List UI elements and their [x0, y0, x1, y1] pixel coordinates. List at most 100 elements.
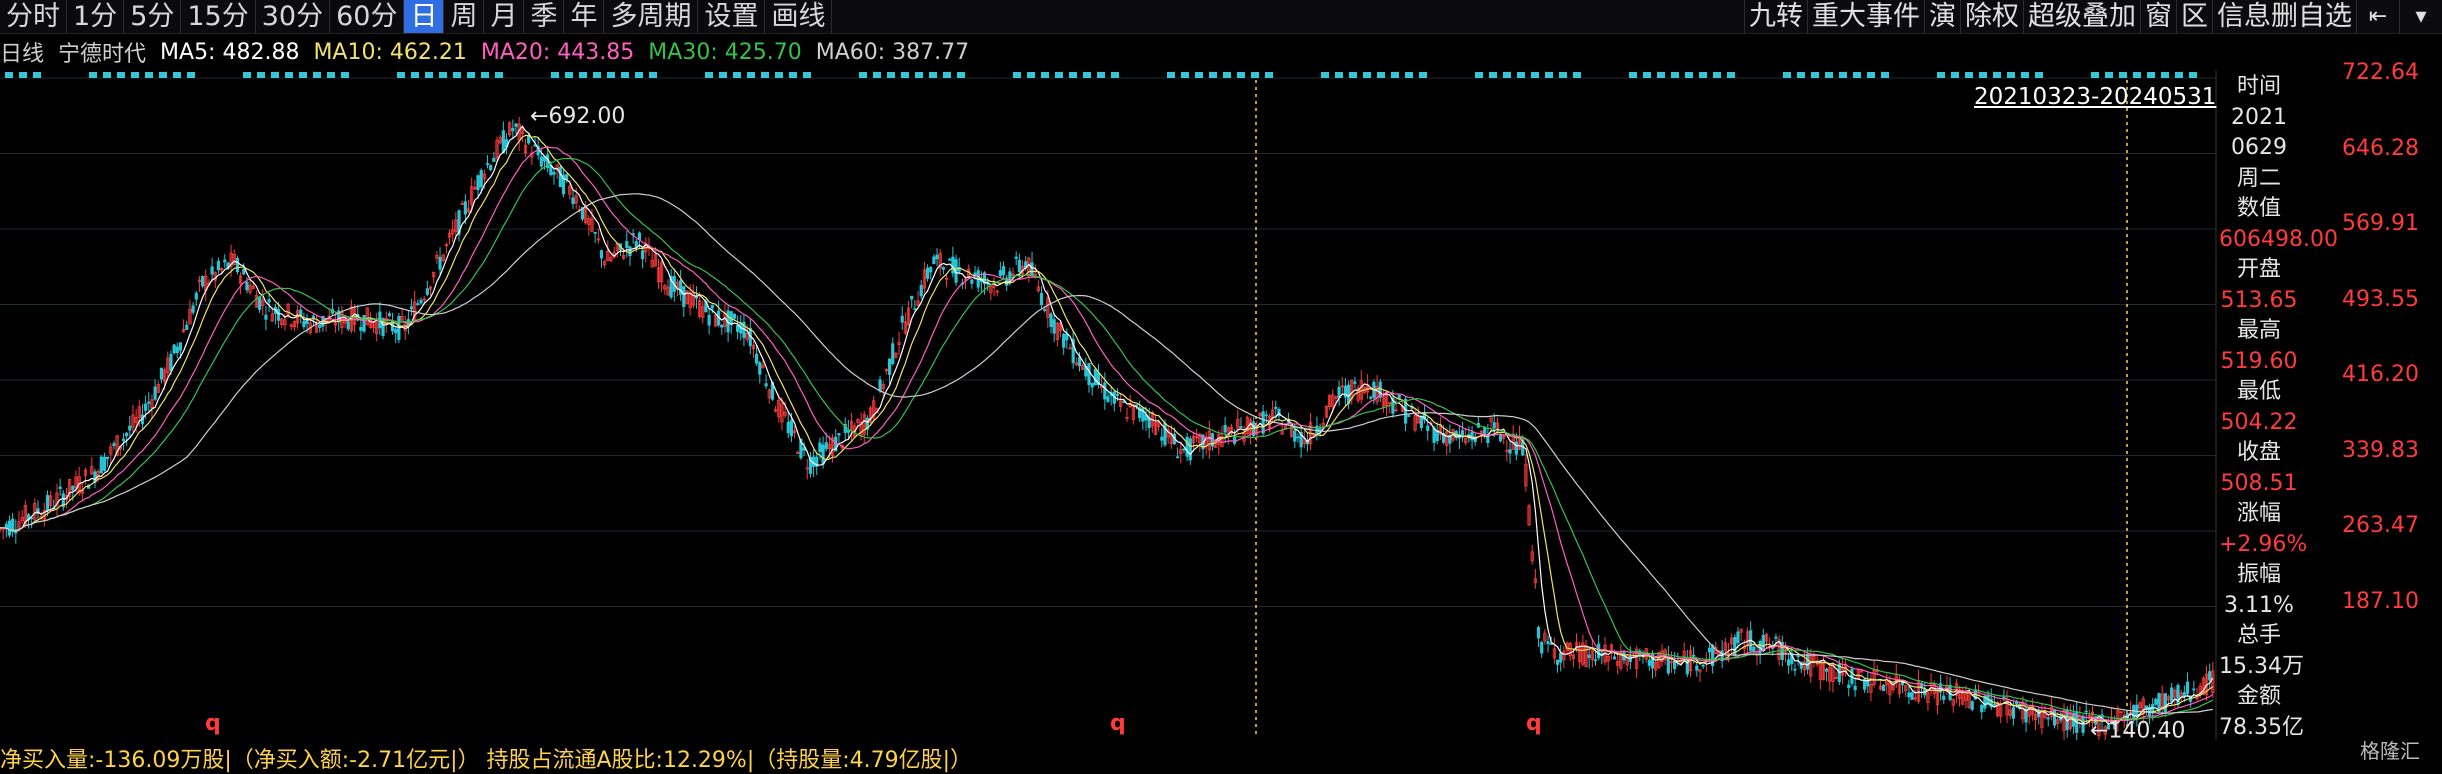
- candle-body: [1787, 659, 1791, 666]
- candle-body: [201, 276, 205, 287]
- candlestick-chart[interactable]: ←692.00 ←140.40 q q q: [0, 70, 2442, 740]
- candle-body: [2084, 710, 2088, 713]
- toolbar-tool-2[interactable]: 演: [1924, 0, 1960, 33]
- ma30-value: MA30: 425.70: [648, 39, 802, 65]
- period-tab-2[interactable]: 5分: [124, 0, 182, 33]
- candle-body: [1223, 425, 1227, 433]
- period-tab-4[interactable]: 30分: [256, 0, 331, 33]
- candle-body: [479, 170, 483, 188]
- stock-name[interactable]: 宁德时代: [58, 36, 146, 68]
- candle-body: [1774, 636, 1778, 639]
- ma60-line: [0, 193, 2213, 714]
- candle-body: [1692, 654, 1696, 657]
- event-marker: [1937, 72, 1945, 78]
- q-marker: q: [1526, 711, 1542, 736]
- candle-body: [318, 324, 322, 328]
- amount-label: 金额: [2236, 684, 2281, 709]
- candle-body: [2154, 698, 2158, 705]
- candle-body: [552, 171, 556, 175]
- toolbar-tool-1[interactable]: 重大事件: [1807, 0, 1924, 33]
- candle-body: [159, 367, 164, 380]
- toolbar-tool-7[interactable]: 信息删自选: [2212, 0, 2356, 33]
- candle-body: [786, 421, 790, 434]
- event-marker: [2175, 72, 2183, 78]
- event-marker: [929, 72, 937, 78]
- candle-body: [878, 379, 882, 392]
- date-range-label[interactable]: 20210323-20240531: [1974, 84, 2216, 110]
- event-marker: [1027, 72, 1035, 78]
- event-marker: [33, 72, 41, 78]
- period-tab-10[interactable]: 年: [564, 0, 605, 33]
- candle-body: [1980, 704, 1984, 713]
- close-label: 收盘: [2236, 440, 2281, 465]
- chevron-down-icon[interactable]: ▾: [2399, 0, 2442, 33]
- candle-body: [302, 321, 306, 328]
- event-marker: [467, 72, 475, 78]
- info-weekday: 周二: [2236, 165, 2281, 191]
- period-tab-13[interactable]: 画线: [765, 0, 833, 33]
- candle-body: [1163, 422, 1167, 446]
- event-marker: [327, 72, 335, 78]
- event-marker: [635, 72, 643, 78]
- period-tab-11[interactable]: 多周期: [604, 0, 699, 33]
- candle-body: [223, 259, 227, 263]
- collapse-left-icon[interactable]: ⇤: [2356, 0, 2399, 33]
- toolbar-tool-6[interactable]: 区: [2176, 0, 2212, 33]
- candle-body: [1115, 394, 1120, 396]
- event-marker: [551, 72, 559, 78]
- event-marker: [439, 72, 447, 78]
- event-marker: [1797, 72, 1805, 78]
- candle-body: [419, 299, 423, 304]
- period-tab-0[interactable]: 分时: [0, 0, 67, 33]
- candle-body: [175, 346, 179, 354]
- candle-body: [2157, 693, 2161, 712]
- event-marker: [2119, 72, 2127, 78]
- toolbar-tool-5[interactable]: 窗: [2140, 0, 2176, 33]
- period-tab-6[interactable]: 日: [404, 0, 445, 33]
- event-marker: [593, 72, 601, 78]
- candle-body: [172, 344, 176, 354]
- candle-body: [1346, 384, 1351, 404]
- candle-body: [710, 305, 714, 309]
- period-tab-3[interactable]: 15分: [181, 0, 256, 33]
- period-tab-8[interactable]: 月: [484, 0, 525, 33]
- candle-body: [489, 165, 493, 171]
- candle-body: [571, 197, 575, 204]
- toolbar: 分时 1分 5分 15分 30分 60分日周月季年多周期 设置 画线 九转 重大事件演除权 超级叠…: [0, 0, 2442, 34]
- candle-body: [45, 494, 50, 512]
- event-marker: [271, 72, 279, 78]
- candle-body: [549, 165, 553, 176]
- period-tab-9[interactable]: 季: [524, 0, 565, 33]
- candle-body: [387, 313, 391, 316]
- candle-body: [1825, 668, 1829, 672]
- candle-body: [1796, 655, 1800, 658]
- candle-body: [1426, 425, 1430, 431]
- candle-body: [514, 123, 518, 127]
- brand-logo: 格隆汇: [2360, 739, 2420, 763]
- candle-body: [1017, 259, 1021, 273]
- period-tab-12[interactable]: 设置: [698, 0, 766, 33]
- toolbar-tool-0[interactable]: 九转: [1744, 0, 1807, 33]
- candle-body: [245, 281, 249, 291]
- candle-body: [1001, 266, 1006, 276]
- candle-body: [1134, 404, 1139, 407]
- candle-body: [1293, 430, 1297, 442]
- candle-body: [1498, 433, 1503, 442]
- toolbar-tool-3[interactable]: 除权: [1960, 0, 2023, 33]
- event-marker: [621, 72, 629, 78]
- period-tab-5[interactable]: 60分: [330, 0, 405, 33]
- candle-body: [679, 280, 683, 295]
- event-marker: [1517, 72, 1525, 78]
- toolbar-tool-4[interactable]: 超级叠加: [2023, 0, 2140, 33]
- event-marker: [453, 72, 461, 78]
- event-marker: [1643, 72, 1651, 78]
- ma5-value: MA5: 482.88: [160, 39, 300, 65]
- period-tab-7[interactable]: 周: [444, 0, 485, 33]
- candle-body: [998, 270, 1002, 276]
- candle-body: [99, 456, 103, 474]
- candle-body: [1369, 396, 1373, 399]
- candle-body: [900, 315, 904, 323]
- period-tab-1[interactable]: 1分: [67, 0, 125, 33]
- event-marker: [1405, 72, 1413, 78]
- open-label: 开盘: [2236, 257, 2281, 282]
